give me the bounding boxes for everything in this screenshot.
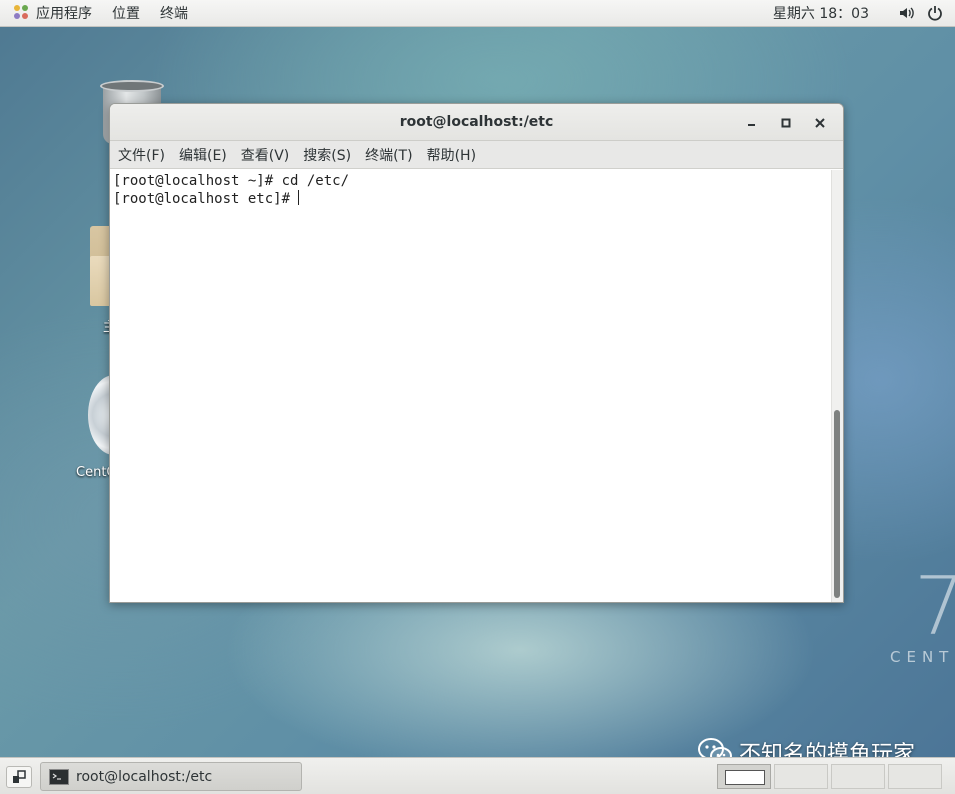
wallpaper-version-number: 7: [914, 560, 955, 653]
terminal-line-prompt: [root@localhost etc]#: [113, 190, 832, 208]
maximize-icon: [781, 118, 791, 127]
window-controls: [735, 104, 837, 141]
applications-menu-label: 应用程序: [36, 6, 92, 22]
terminal-app-menu-label: 终端: [160, 6, 188, 22]
terminal-icon: [49, 768, 69, 785]
places-menu[interactable]: 位置: [106, 0, 154, 26]
show-desktop-icon: [13, 770, 26, 783]
minimize-icon: [748, 123, 755, 126]
window-title: root@localhost:/etc: [399, 114, 554, 130]
menu-file[interactable]: 文件(F): [112, 141, 173, 168]
menu-view[interactable]: 查看(V): [235, 141, 298, 168]
top-menu: 应用程序 位置 终端: [0, 0, 202, 26]
terminal-window[interactable]: root@localhost:/etc 文件(F) 编辑(E) 查看(V) 搜索…: [109, 103, 844, 603]
menu-terminal[interactable]: 终端(T): [359, 141, 420, 168]
power-icon[interactable]: [925, 3, 945, 23]
taskbar-item-label: root@localhost:/etc: [76, 768, 213, 785]
trash-lid: [100, 80, 164, 92]
minimize-button[interactable]: [735, 104, 769, 141]
text-cursor: [298, 190, 300, 205]
bottom-taskbar: root@localhost:/etc: [0, 757, 955, 794]
places-menu-label: 位置: [112, 6, 140, 22]
terminal-scrollbar[interactable]: [831, 170, 843, 602]
workspace-3[interactable]: [831, 764, 885, 789]
volume-icon[interactable]: [897, 3, 917, 23]
window-titlebar[interactable]: root@localhost:/etc: [110, 104, 843, 141]
wallpaper-brand-text: CENT: [890, 648, 955, 666]
terminal-output[interactable]: [root@localhost ~]# cd /etc/ [root@local…: [110, 170, 832, 602]
terminal-app-menu[interactable]: 终端: [154, 0, 202, 26]
terminal-prompt-text: [root@localhost etc]#: [113, 191, 299, 207]
workspace-2[interactable]: [774, 764, 828, 789]
menu-edit[interactable]: 编辑(E): [173, 141, 235, 168]
system-tray: 星期六 18：03: [773, 0, 955, 26]
workspace-1[interactable]: [717, 764, 771, 789]
close-icon: [815, 117, 825, 128]
workspace-window-preview: [725, 770, 765, 785]
applications-menu[interactable]: 应用程序: [8, 0, 106, 26]
maximize-button[interactable]: [769, 104, 803, 141]
menu-search[interactable]: 搜索(S): [297, 141, 359, 168]
gnome-apps-icon: [14, 5, 30, 21]
clock[interactable]: 星期六 18：03: [773, 3, 869, 23]
terminal-line: [root@localhost ~]# cd /etc/: [113, 173, 350, 189]
workspace-switcher: [717, 764, 945, 789]
window-menubar: 文件(F) 编辑(E) 查看(V) 搜索(S) 终端(T) 帮助(H): [110, 141, 843, 169]
show-desktop-button[interactable]: [6, 766, 32, 788]
workspace-4[interactable]: [888, 764, 942, 789]
top-bar: 应用程序 位置 终端 星期六 18：03: [0, 0, 955, 27]
menu-help[interactable]: 帮助(H): [421, 141, 484, 168]
close-button[interactable]: [803, 104, 837, 141]
scrollbar-thumb[interactable]: [834, 410, 840, 598]
taskbar-item-terminal[interactable]: root@localhost:/etc: [40, 762, 302, 791]
